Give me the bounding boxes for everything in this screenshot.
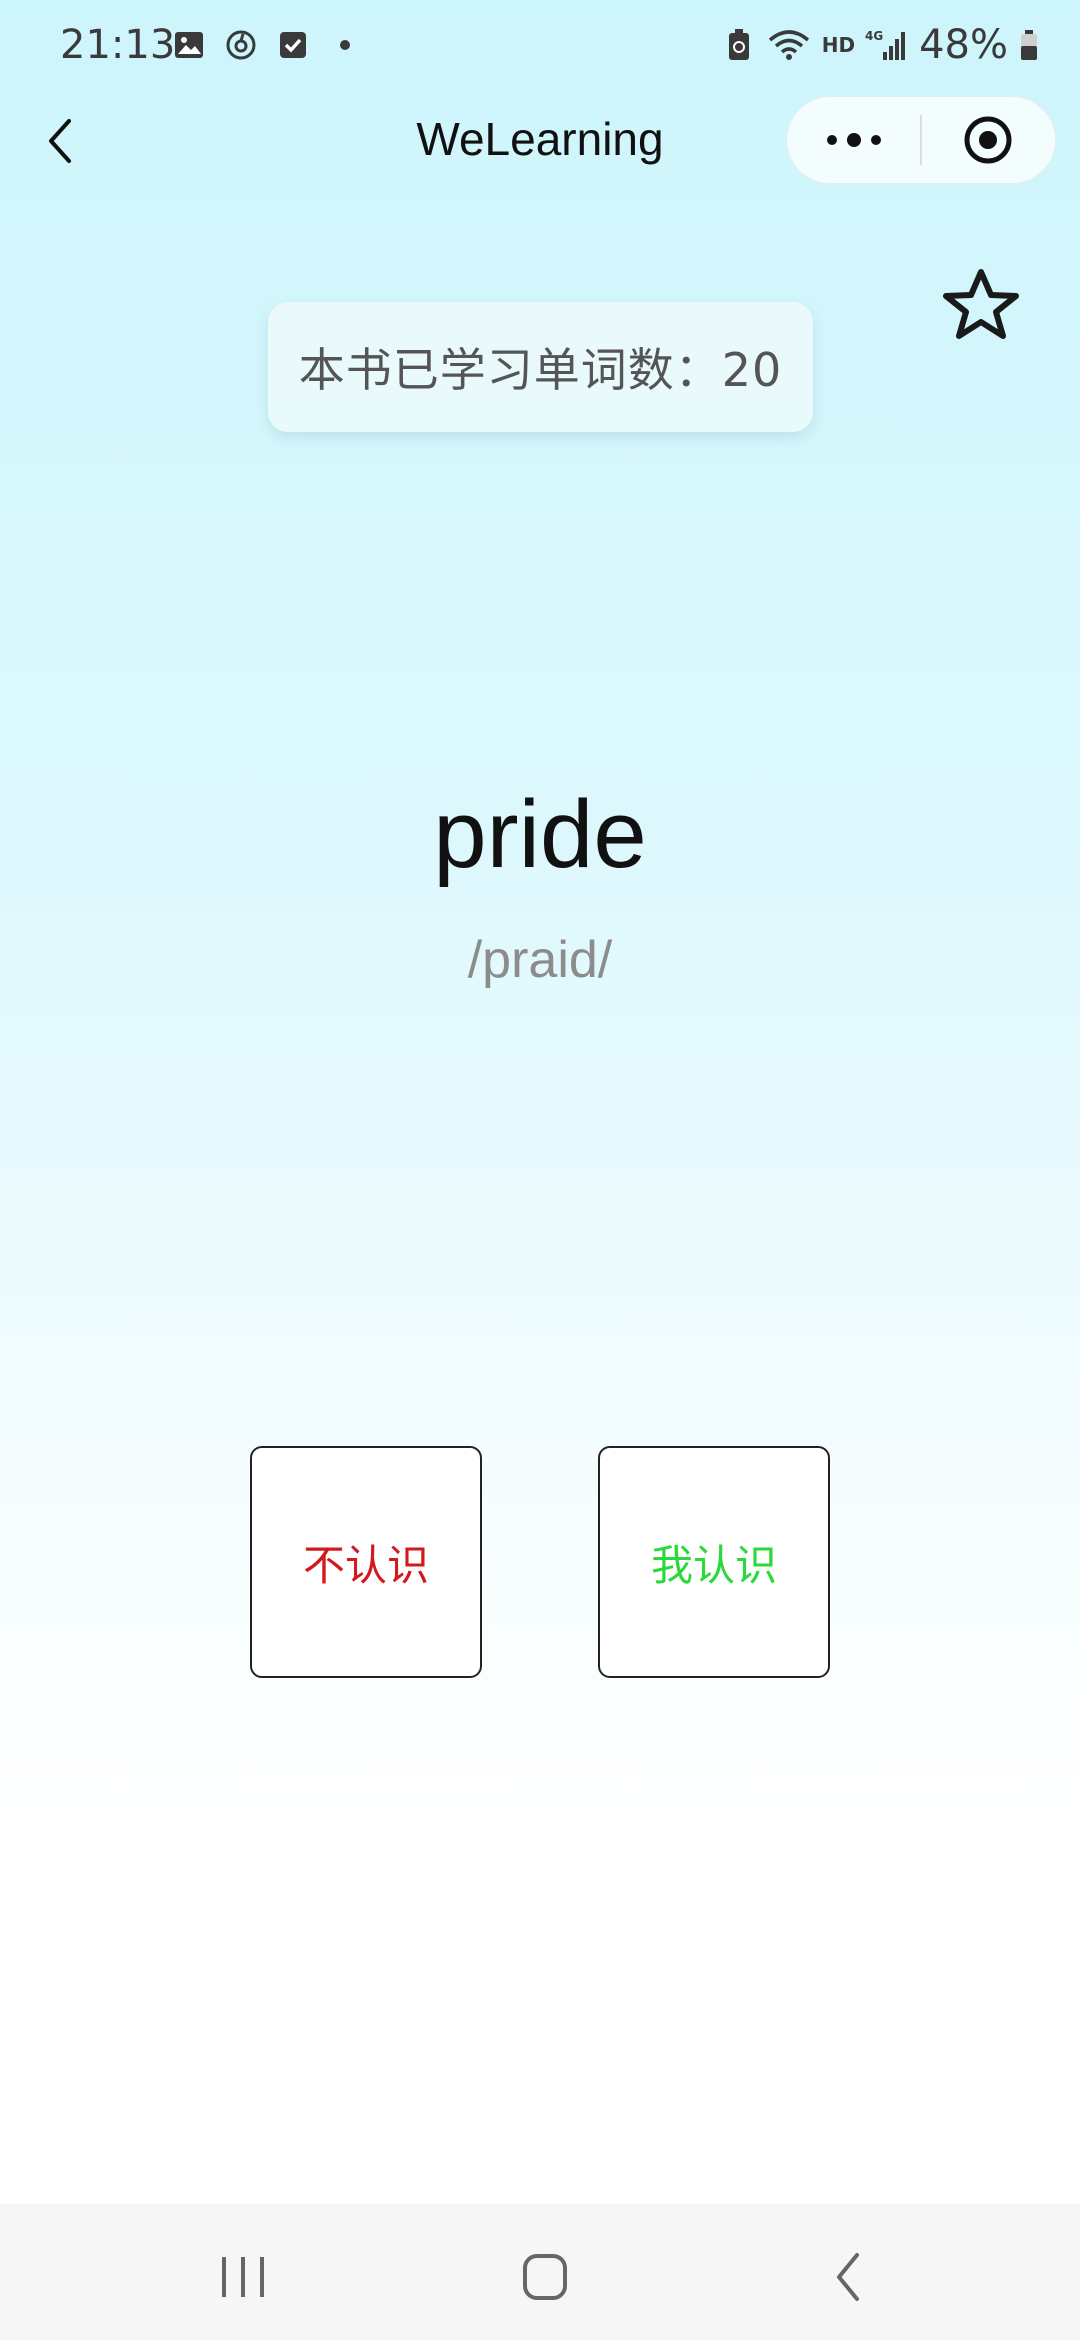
wifi-icon <box>766 28 812 62</box>
hd-label: HD <box>821 33 856 57</box>
notification-icons <box>172 28 362 62</box>
battery-saver-icon <box>722 28 756 62</box>
learned-count-badge: 本书已学习单词数：20 <box>268 302 813 432</box>
status-right: HD 4G 48% <box>722 22 1040 68</box>
task-check-icon <box>276 28 310 62</box>
nav-back-button[interactable] <box>808 2242 888 2312</box>
music-app-icon <box>224 28 258 62</box>
system-nav-bar <box>0 2204 1080 2340</box>
app-header: WeLearning <box>0 96 1080 186</box>
favorite-button[interactable] <box>938 266 1024 342</box>
back-arrow-icon <box>837 2253 859 2301</box>
more-button[interactable] <box>787 96 920 184</box>
battery-icon <box>1018 28 1040 62</box>
recents-icon <box>222 2257 264 2297</box>
recents-button[interactable] <box>203 2242 283 2312</box>
word-phonetic: /praid/ <box>467 931 613 989</box>
star-outline-icon <box>943 269 1019 339</box>
signal-icon: 4G <box>865 28 909 62</box>
dont-know-button[interactable]: 不认识 <box>250 1446 482 1678</box>
gallery-icon <box>172 28 206 62</box>
more-dots-icon <box>826 133 881 147</box>
mini-program-capsule <box>786 96 1056 184</box>
battery-percent: 48% <box>919 22 1008 68</box>
status-time: 21:13 <box>60 22 176 68</box>
status-bar: 21:13 HD 4G 48% <box>0 0 1080 96</box>
word-text: pride <box>433 781 647 888</box>
target-icon <box>964 116 1012 164</box>
home-button[interactable] <box>505 2242 585 2312</box>
svg-text:4G: 4G <box>865 29 883 43</box>
close-mini-program-button[interactable] <box>922 96 1055 184</box>
know-button[interactable]: 我认识 <box>598 1446 830 1678</box>
dot-icon <box>328 28 362 62</box>
home-icon <box>523 2254 567 2300</box>
